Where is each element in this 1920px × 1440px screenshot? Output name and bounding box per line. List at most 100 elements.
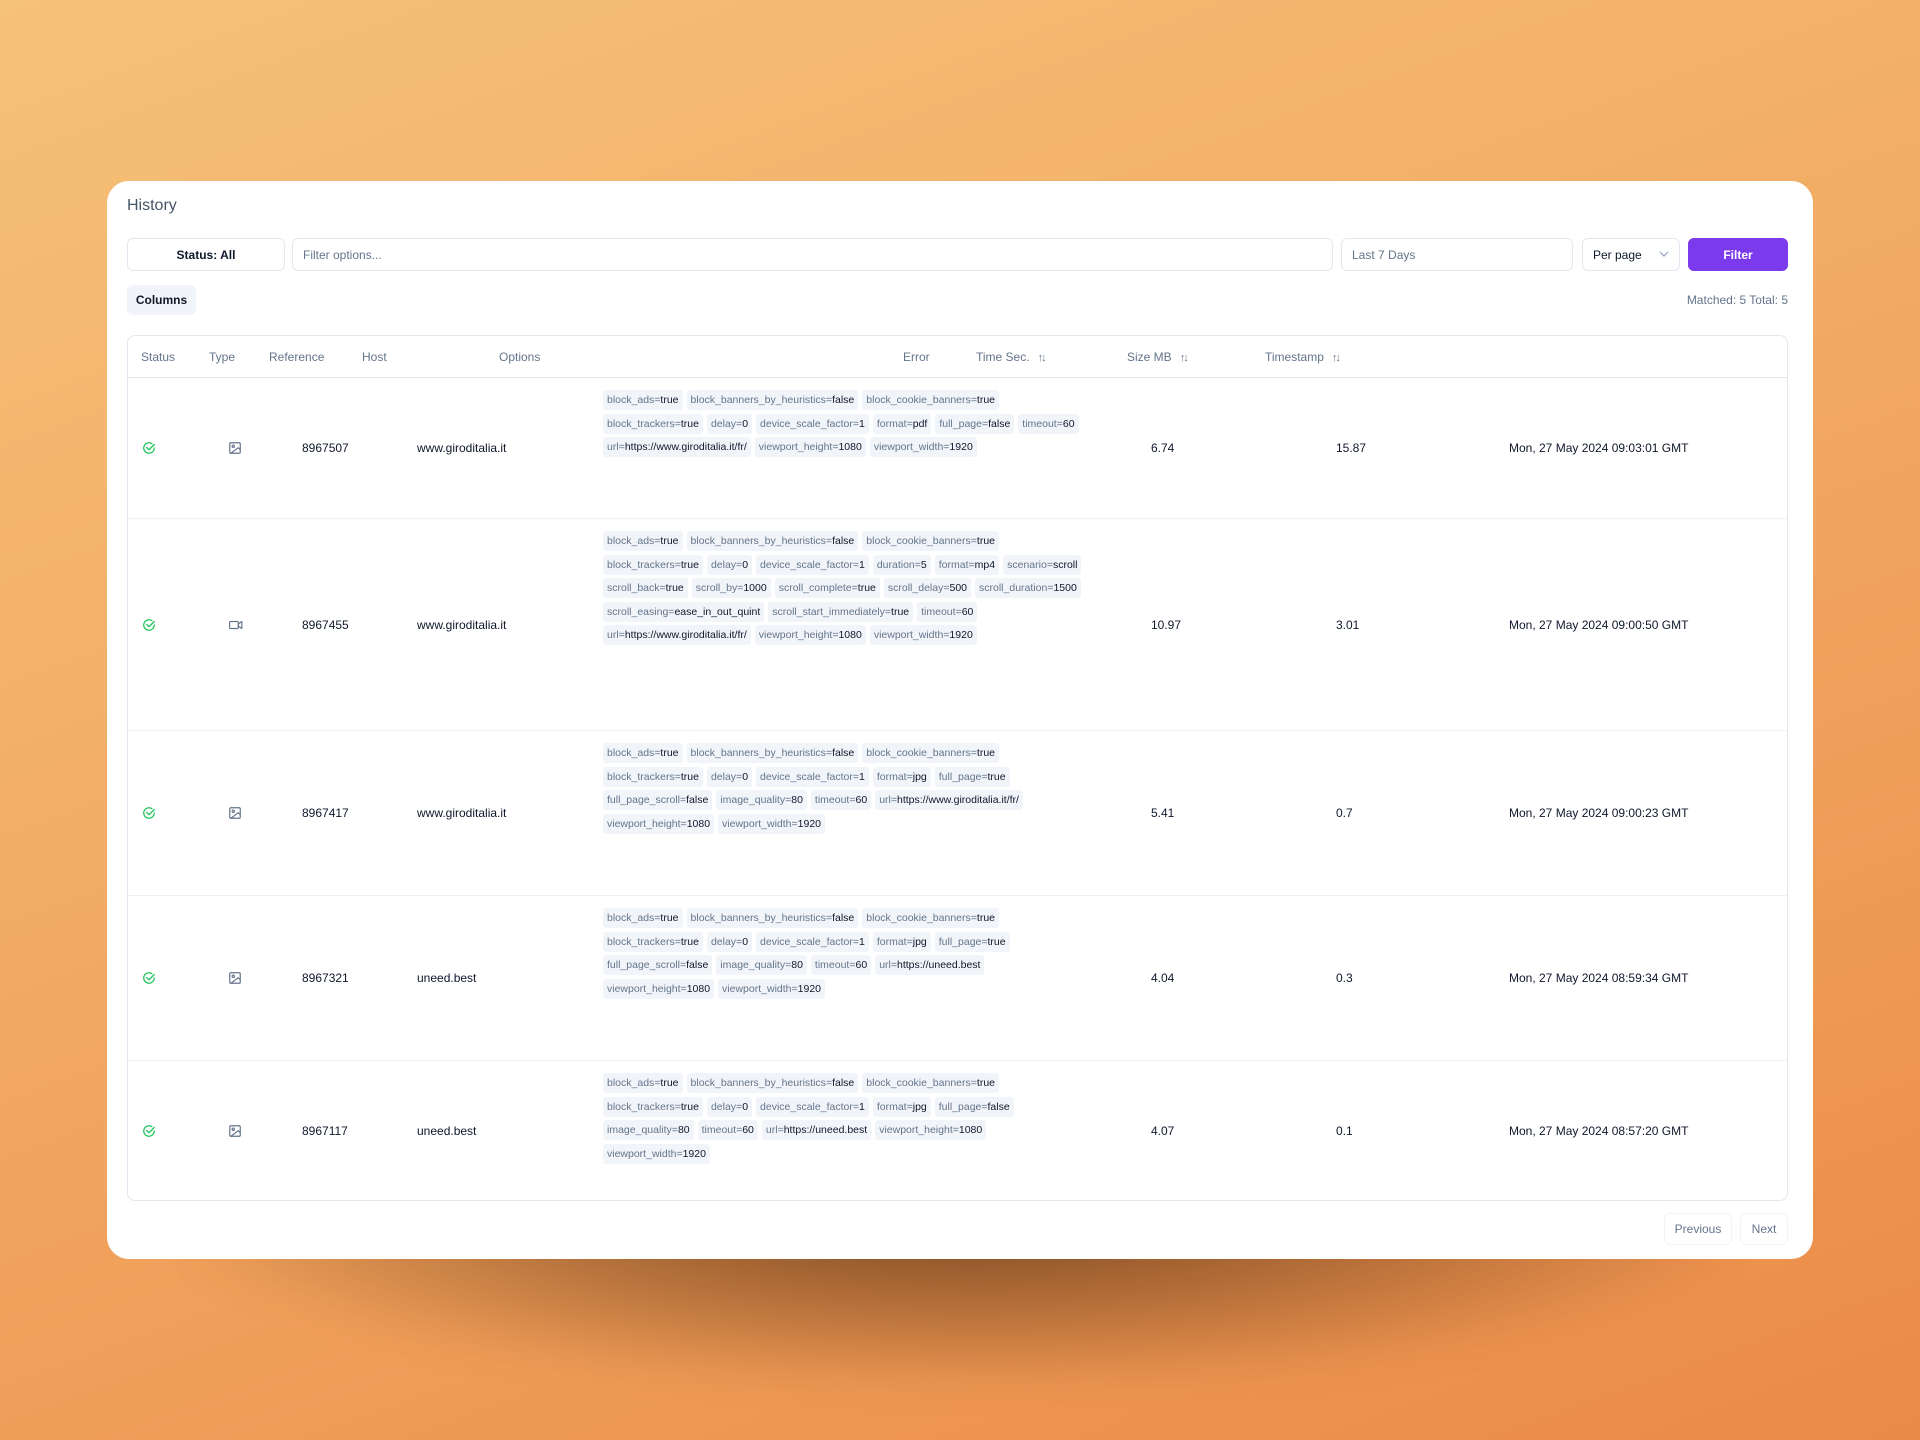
option-value: true — [976, 912, 995, 924]
option-value: 1 — [858, 935, 865, 948]
filter-button[interactable]: Filter — [1688, 238, 1788, 271]
option-tag: block_banners_by_heuristics = false — [686, 908, 859, 928]
option-tag: scroll_back = true — [603, 578, 688, 598]
table-row[interactable]: 8967455 www.giroditalia.it 10.97 3.01 Mon, 2… — [128, 519, 1787, 731]
option-key: image_quality — [607, 1124, 672, 1136]
option-key: device_scale_factor — [760, 770, 853, 783]
option-tag: image_quality = 80 — [716, 955, 807, 975]
per-page-label: Per page — [1593, 247, 1642, 262]
column-header-label: Reference — [269, 350, 325, 364]
option-value: true — [976, 1077, 995, 1089]
option-value: 1 — [858, 558, 865, 571]
column-header-size-mb[interactable]: Size MB ↑↓ — [1127, 350, 1189, 364]
table-row[interactable]: 8967117 uneed.best 4.07 0.1 Mon, 27 May 2024… — [128, 1061, 1787, 1200]
option-key: block_cookie_banners — [866, 1077, 971, 1089]
option-key: block_banners_by_heuristics — [690, 394, 826, 406]
option-tag: block_trackers = true — [603, 413, 703, 434]
option-tag: full_page = false — [935, 413, 1015, 434]
option-key: delay — [710, 417, 737, 430]
option-key: timeout — [814, 959, 850, 971]
column-header-host: Host — [362, 350, 387, 364]
options-list: block_ads = true block_banners_by_heuristic… — [603, 743, 1083, 834]
option-tag: block_banners_by_heuristics = false — [686, 743, 859, 763]
option-tag: block_cookie_banners = true — [862, 743, 999, 763]
column-header-label: Host — [362, 350, 387, 364]
check-circle-icon — [142, 806, 156, 820]
option-key: format — [876, 935, 907, 948]
option-key: duration — [876, 558, 915, 571]
option-key: scroll_by — [695, 582, 738, 594]
option-value: 60 — [1062, 417, 1075, 430]
matched-total-count: Matched: 5 Total: 5 — [1686, 293, 1788, 307]
option-key: scroll_start_immediately — [772, 605, 885, 618]
filter-options-input[interactable]: Filter options... — [292, 238, 1333, 271]
size-mb-cell: 15.87 — [1336, 441, 1367, 455]
check-circle-icon — [142, 1124, 156, 1138]
option-value: false — [832, 912, 855, 924]
option-value: true — [660, 394, 679, 406]
timestamp-cell: Mon, 27 May 2024 09:00:23 GMT — [1509, 806, 1689, 820]
option-value: jpg — [912, 770, 927, 783]
host-cell: uneed.best — [417, 1124, 477, 1138]
option-value: 0 — [742, 417, 749, 430]
size-mb-cell: 0.3 — [1336, 971, 1353, 985]
per-page-select[interactable]: Per page — [1582, 238, 1680, 271]
option-key: device_scale_factor — [760, 1100, 853, 1113]
option-value: false — [988, 417, 1011, 430]
image-icon — [228, 971, 242, 985]
option-key: device_scale_factor — [760, 558, 853, 571]
time-sec-cell: 5.41 — [1151, 806, 1175, 820]
column-header-timestamp[interactable]: Timestamp ↑↓ — [1265, 350, 1341, 364]
sort-arrows-icon[interactable]: ↑↓ — [1332, 352, 1341, 364]
status-filter-button[interactable]: Status: All — [127, 238, 285, 271]
option-key: delay — [710, 770, 737, 783]
next-page-button[interactable]: Next — [1740, 1213, 1788, 1245]
option-key: viewport_height — [607, 982, 681, 995]
previous-page-button[interactable]: Previous — [1664, 1213, 1732, 1245]
option-value: true — [680, 1100, 699, 1113]
option-key: full_page — [938, 770, 982, 783]
options-list: block_ads = true block_banners_by_heuristic… — [603, 908, 1083, 999]
option-key: block_cookie_banners — [866, 912, 971, 924]
table-row[interactable]: 8967507 www.giroditalia.it 6.74 15.87 Mon, 2… — [128, 378, 1787, 519]
option-tag: device_scale_factor = 1 — [756, 1096, 869, 1117]
option-key: full_page_scroll — [607, 794, 680, 806]
size-mb-cell: 0.7 — [1336, 806, 1353, 820]
option-value: false — [832, 394, 855, 406]
option-value: 1080 — [838, 441, 862, 453]
time-sec-cell: 6.74 — [1151, 441, 1175, 455]
option-tag: scroll_easing = ease_in_out_quint — [603, 601, 765, 622]
sort-arrows-icon[interactable]: ↑↓ — [1180, 352, 1189, 364]
option-key: format — [938, 558, 969, 571]
option-value: https://uneed.best — [897, 959, 981, 971]
option-value: 1920 — [797, 982, 821, 995]
option-tag: viewport_width = 1920 — [869, 437, 977, 457]
option-tag: viewport_height = 1080 — [603, 813, 715, 834]
table-row[interactable]: 8967321 uneed.best 4.04 0.3 Mon, 27 May 2024… — [128, 896, 1787, 1061]
option-value: true — [987, 770, 1006, 783]
option-tag: device_scale_factor = 1 — [756, 931, 869, 952]
option-key: timeout — [701, 1124, 737, 1136]
table-row[interactable]: 8967417 www.giroditalia.it 5.41 0.7 Mon, 27 … — [128, 731, 1787, 896]
column-header-time-sec[interactable]: Time Sec. ↑↓ — [976, 350, 1047, 364]
option-value: 1000 — [743, 582, 767, 594]
column-header-label: Type — [209, 350, 236, 364]
option-value: 1920 — [949, 629, 973, 641]
option-value: 80 — [791, 794, 803, 806]
table-header: Status Type Reference Host Options Error Time … — [128, 336, 1787, 378]
column-header-label: Status — [141, 350, 176, 364]
option-key: block_trackers — [607, 770, 675, 783]
option-key: viewport_width — [722, 982, 792, 995]
option-value: scroll — [1052, 558, 1078, 571]
timestamp-cell: Mon, 27 May 2024 09:03:01 GMT — [1509, 441, 1689, 455]
option-value: 0 — [742, 1100, 749, 1113]
option-key: viewport_width — [873, 629, 944, 641]
option-tag: full_page = false — [934, 1096, 1014, 1117]
columns-button[interactable]: Columns — [127, 285, 196, 315]
date-range-input[interactable]: Last 7 Days — [1341, 238, 1573, 271]
option-value: https://www.giroditalia.it/fr/ — [897, 794, 1019, 806]
option-tag: image_quality = 80 — [716, 790, 807, 810]
sort-arrows-icon[interactable]: ↑↓ — [1038, 352, 1047, 364]
column-header-label: Time Sec. — [976, 350, 1030, 364]
option-tag: block_banners_by_heuristics = false — [686, 390, 859, 410]
